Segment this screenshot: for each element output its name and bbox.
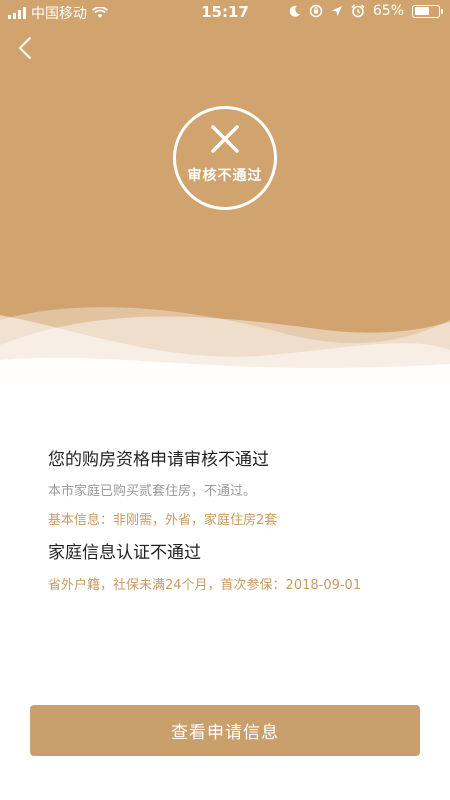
status-bar: 中国移动 15:17 65% xyxy=(0,0,450,26)
alarm-icon xyxy=(351,4,365,18)
result-title: 您的购房资格申请审核不通过 xyxy=(48,450,269,470)
basic-info-text: 基本信息：非刚需，外省，家庭住房2套 xyxy=(48,513,278,528)
result-badge: 审核不通过 xyxy=(173,106,277,210)
moon-icon xyxy=(289,5,300,17)
view-application-button[interactable]: 查看申请信息 xyxy=(30,705,420,756)
location-icon xyxy=(331,6,342,16)
result-description: 本市家庭已购买贰套住房，不通过。 xyxy=(48,484,257,499)
status-right: 65% xyxy=(289,3,443,19)
close-icon xyxy=(211,125,239,153)
family-info-text: 省外户籍，社保未满24个月，首次参保：2018-09-01 xyxy=(48,578,362,593)
battery-icon xyxy=(412,4,443,18)
result-details: 您的购房资格申请审核不通过 本市家庭已购买贰套住房，不通过。 基本信息：非刚需，… xyxy=(48,448,428,595)
wave-decoration xyxy=(0,307,450,385)
family-verification-title: 家庭信息认证不通过 xyxy=(48,543,201,563)
chevron-left-icon[interactable] xyxy=(12,34,40,62)
result-label: 审核不通过 xyxy=(187,168,263,184)
orientation-lock-icon xyxy=(309,4,323,18)
header-banner: 中国移动 15:17 65% 审核不通过 xyxy=(0,0,450,385)
battery-level xyxy=(414,7,430,15)
battery-percent: 65% xyxy=(372,3,404,19)
